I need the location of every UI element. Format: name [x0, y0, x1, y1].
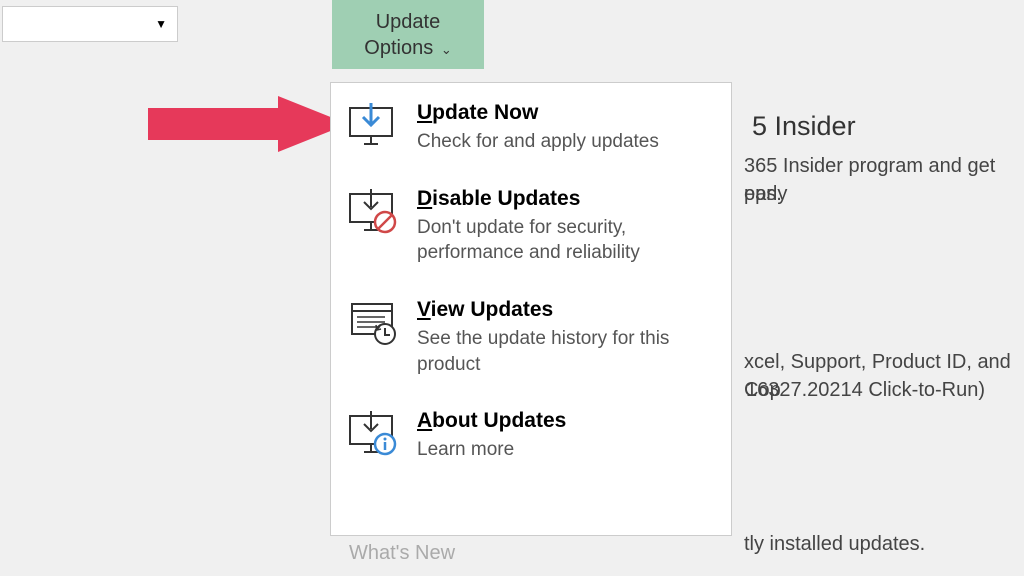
- menu-title-disable-updates: Disable Updates: [417, 187, 715, 211]
- about-updates-icon: [347, 411, 399, 457]
- update-options-menu: Update Now Check for and apply updates D…: [330, 82, 732, 536]
- whats-new-label: What's New: [349, 542, 455, 565]
- about-line-2: 16327.20214 Click-to-Run): [746, 376, 985, 404]
- menu-item-about-updates[interactable]: About Updates Learn more: [347, 397, 715, 471]
- menu-item-disable-updates[interactable]: Disable Updates Don't update for securit…: [347, 175, 715, 286]
- disable-updates-icon: [347, 189, 399, 235]
- menu-desc: Learn more: [417, 437, 715, 463]
- menu-item-update-now[interactable]: Update Now Check for and apply updates: [347, 93, 715, 175]
- update-options-button[interactable]: UpdateOptions ⌄: [332, 0, 484, 69]
- insider-desc-2: pps.: [744, 180, 782, 208]
- insider-desc-1: 365 Insider program and get early: [744, 152, 1024, 208]
- update-options-label: UpdateOptions: [364, 11, 440, 59]
- menu-item-view-updates[interactable]: View Updates See the update history for …: [347, 286, 715, 397]
- chevron-down-icon: ⌄: [437, 42, 452, 57]
- menu-title-update-now: Update Now: [417, 101, 715, 125]
- chevron-down-icon: ▼: [155, 17, 167, 31]
- menu-desc: See the update history for this product: [417, 326, 715, 377]
- arrow-annotation-icon: [148, 96, 348, 152]
- about-line-3: tly installed updates.: [744, 530, 925, 558]
- update-now-icon: [347, 103, 399, 149]
- view-updates-icon: [347, 300, 399, 346]
- menu-desc: Check for and apply updates: [417, 129, 715, 155]
- insider-heading: 5 Insider: [752, 108, 856, 146]
- menu-title-view-updates: View Updates: [417, 298, 715, 322]
- menu-title-about-updates: About Updates: [417, 409, 715, 433]
- dropdown[interactable]: ▼: [2, 6, 178, 42]
- menu-desc: Don't update for security, performance a…: [417, 215, 715, 266]
